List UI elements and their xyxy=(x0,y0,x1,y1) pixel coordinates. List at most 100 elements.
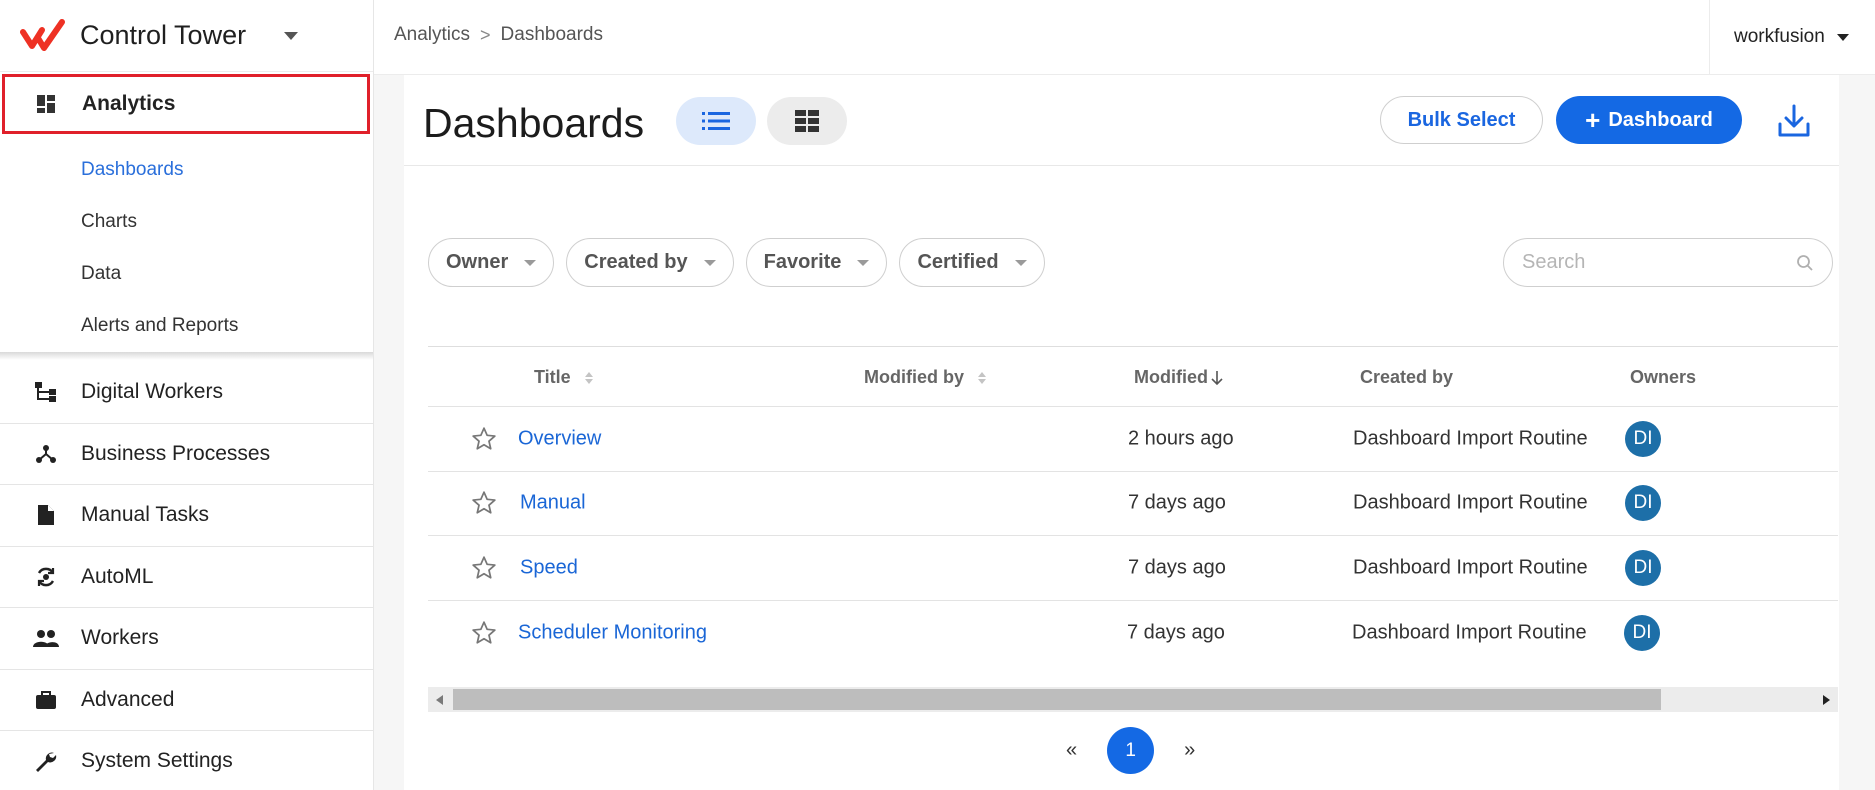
hierarchy-icon xyxy=(33,379,59,405)
favorite-star-icon[interactable] xyxy=(471,620,497,646)
sidebar-item-label: Advanced xyxy=(81,687,175,711)
owner-avatar[interactable]: DI xyxy=(1625,420,1661,457)
process-graph-icon xyxy=(33,441,59,467)
list-view-icon xyxy=(702,112,730,130)
horizontal-scrollbar[interactable] xyxy=(428,687,1838,712)
cell-created-by: Dashboard Import Routine xyxy=(1353,491,1588,514)
main-nav: Digital Workers Business Processes Manua… xyxy=(0,362,373,790)
page-header: Dashboards Bulk Select + Dashboard xyxy=(404,75,1839,166)
page-title: Dashboards xyxy=(423,100,645,146)
table-header: Title Modified by Modified Created by Ow… xyxy=(428,346,1838,407)
sidebar-item-label: Workers xyxy=(81,626,159,650)
table-row: Speed 7 days ago Dashboard Import Routin… xyxy=(428,536,1838,601)
search-input[interactable] xyxy=(1522,251,1782,274)
filter-owner[interactable]: Owner xyxy=(428,238,555,287)
owner-avatar[interactable]: DI xyxy=(1625,485,1661,522)
sidebar-item-automl[interactable]: AutoML xyxy=(0,547,373,608)
add-dashboard-label: Dashboard xyxy=(1608,108,1713,131)
filter-certified[interactable]: Certified xyxy=(899,238,1045,287)
analytics-subnav: Dashboards Charts Data Alerts and Report… xyxy=(0,144,373,352)
favorite-star-icon[interactable] xyxy=(471,555,497,581)
cell-modified: 7 days ago xyxy=(1128,556,1226,579)
dashboard-title-link[interactable]: Overview xyxy=(518,427,601,450)
breadcrumb-separator: > xyxy=(480,24,491,45)
pagination-page-current[interactable]: 1 xyxy=(1107,727,1155,774)
cell-modified: 2 hours ago xyxy=(1128,427,1234,450)
list-view-toggle[interactable] xyxy=(676,97,756,145)
breadcrumb: Analytics > Dashboards xyxy=(394,24,603,46)
dashboard-title-link[interactable]: Manual xyxy=(520,492,586,515)
column-header-title[interactable]: Title xyxy=(534,367,593,388)
subnav-item-alerts-and-reports[interactable]: Alerts and Reports xyxy=(0,300,373,352)
filter-label: Certified xyxy=(917,251,999,273)
brand-header: Control Tower xyxy=(0,0,373,72)
dashboard-title-link[interactable]: Speed xyxy=(520,556,578,579)
sidebar-item-business-processes[interactable]: Business Processes xyxy=(0,424,373,485)
table-row: Manual 7 days ago Dashboard Import Routi… xyxy=(428,472,1838,536)
sort-icon xyxy=(978,371,986,384)
bulk-select-button[interactable]: Bulk Select xyxy=(1380,96,1543,144)
card-view-toggle[interactable] xyxy=(767,97,847,145)
scroll-right-icon[interactable] xyxy=(1823,695,1830,705)
search-icon xyxy=(1797,254,1813,271)
cell-modified: 7 days ago xyxy=(1127,621,1225,644)
add-dashboard-button[interactable]: + Dashboard xyxy=(1556,96,1742,144)
pagination-next[interactable]: » xyxy=(1184,739,1195,762)
owner-avatar[interactable]: DI xyxy=(1624,614,1660,651)
column-label: Modified xyxy=(1134,367,1208,387)
sort-descending-icon xyxy=(1211,370,1223,385)
favorite-star-icon[interactable] xyxy=(471,490,497,516)
column-label: Owners xyxy=(1630,367,1697,387)
pagination: « 1 » xyxy=(1066,727,1195,774)
filter-label: Created by xyxy=(584,251,688,273)
sidebar-item-digital-workers[interactable]: Digital Workers xyxy=(0,362,373,424)
sidebar-item-label: AutoML xyxy=(81,564,154,588)
column-header-created-by[interactable]: Created by xyxy=(1360,367,1453,388)
top-header: Analytics > Dashboards workfusion xyxy=(374,0,1875,75)
breadcrumb-analytics[interactable]: Analytics xyxy=(394,24,470,46)
column-label: Title xyxy=(534,367,571,387)
app-name: Control Tower xyxy=(80,20,247,50)
cell-modified: 7 days ago xyxy=(1128,491,1226,514)
user-menu[interactable]: workfusion xyxy=(1709,0,1875,74)
subnav-item-charts[interactable]: Charts xyxy=(0,196,373,248)
subnav-item-dashboards[interactable]: Dashboards xyxy=(0,144,373,196)
filter-favorite[interactable]: Favorite xyxy=(745,238,888,287)
download-button[interactable] xyxy=(1776,101,1812,141)
subnav-item-data[interactable]: Data xyxy=(0,248,373,300)
breadcrumb-dashboards[interactable]: Dashboards xyxy=(501,24,603,46)
sidebar-item-system-settings[interactable]: System Settings xyxy=(0,731,373,790)
column-header-owners: Owners xyxy=(1630,367,1696,388)
scroll-left-icon[interactable] xyxy=(436,695,443,705)
sidebar-item-label: Business Processes xyxy=(81,441,271,465)
column-header-modified[interactable]: Modified xyxy=(1134,367,1224,388)
column-header-modified-by[interactable]: Modified by xyxy=(864,367,986,388)
app-switcher-caret-icon[interactable] xyxy=(284,31,299,40)
card-view-icon xyxy=(795,110,819,132)
content-gutter-right xyxy=(1839,75,1875,790)
sidebar-item-label: System Settings xyxy=(81,749,233,773)
column-label: Modified by xyxy=(864,367,964,387)
sidebar-item-advanced[interactable]: Advanced xyxy=(0,670,373,731)
sidebar-item-label: Manual Tasks xyxy=(81,503,210,527)
filter-created-by[interactable]: Created by xyxy=(566,238,734,287)
pagination-prev[interactable]: « xyxy=(1066,739,1077,762)
chevron-down-icon xyxy=(857,259,870,266)
sidebar-item-workers[interactable]: Workers xyxy=(0,608,373,670)
owner-avatar[interactable]: DI xyxy=(1625,549,1661,586)
sidebar-item-manual-tasks[interactable]: Manual Tasks xyxy=(0,485,373,547)
chevron-down-icon xyxy=(703,259,716,266)
chevron-down-icon xyxy=(1014,259,1027,266)
download-icon xyxy=(1778,104,1810,137)
favorite-star-icon[interactable] xyxy=(471,426,497,452)
filter-label: Owner xyxy=(446,251,509,273)
sidebar-item-analytics[interactable]: Analytics xyxy=(2,74,370,134)
workfusion-logo-icon xyxy=(20,18,65,51)
people-icon xyxy=(33,625,59,651)
cell-created-by: Dashboard Import Routine xyxy=(1353,427,1588,450)
sidebar: Control Tower Analytics Dashboards Chart… xyxy=(0,0,374,790)
dashboard-title-link[interactable]: Scheduler Monitoring xyxy=(518,621,707,644)
scrollbar-thumb[interactable] xyxy=(453,689,1661,710)
dashboards-table: Title Modified by Modified Created by Ow… xyxy=(428,346,1838,665)
user-name: workfusion xyxy=(1734,26,1825,47)
